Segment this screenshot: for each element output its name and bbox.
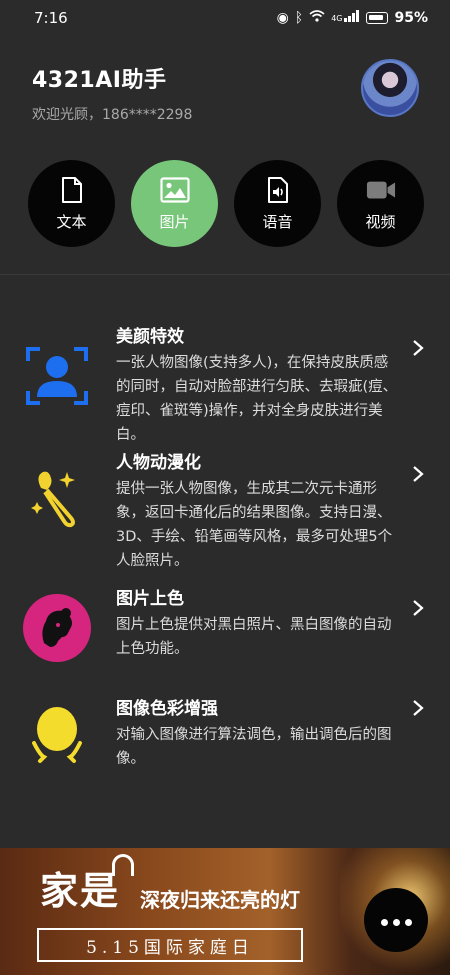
banner-sub-text: 深夜归来还亮的灯 <box>140 888 300 912</box>
chevron-right-icon <box>412 339 428 359</box>
magic-brush-icon <box>22 463 92 533</box>
more-button[interactable] <box>364 888 428 952</box>
feature-text: 图像色彩增强 对输入图像进行算法调色，输出调色后的图像。 <box>116 697 398 771</box>
network-label: 4G <box>331 13 343 23</box>
chevron-right-icon <box>412 465 428 485</box>
face-scan-icon <box>22 341 92 411</box>
header: 4321AI助手 欢迎光顾，186****2298 <box>32 62 192 124</box>
mode-selector: 文本 图片 语音 视频 <box>28 160 424 247</box>
battery-level: 95% <box>394 10 428 26</box>
welcome-text: 欢迎光顾，186****2298 <box>32 107 193 123</box>
chevron-right-icon <box>412 599 428 619</box>
feature-description: 一张人物图像(支持多人)，在保持皮肤质感的同时，自动对脸部进行匀肤、去瑕疵(痘、… <box>116 355 398 443</box>
document-icon <box>57 175 87 205</box>
feature-text: 图片上色 图片上色提供对黑白照片、黑白图像的自动上色功能。 <box>116 587 398 661</box>
avatar[interactable] <box>361 59 419 117</box>
wifi-icon <box>309 10 325 26</box>
feature-title: 图片上色 <box>116 589 184 609</box>
feature-beauty[interactable]: 美颜特效 一张人物图像(支持多人)，在保持皮肤质感的同时，自动对脸部进行匀肤、去… <box>0 325 450 445</box>
feature-description: 图片上色提供对黑白照片、黑白图像的自动上色功能。 <box>116 617 392 657</box>
mirror-icon <box>22 699 92 769</box>
feature-description: 提供一张人物图像，生成其二次元卡通形象，返回卡通化后的结果图像。支持日漫、3D、… <box>116 481 393 569</box>
mode-label: 视频 <box>365 213 396 231</box>
eye-icon: ◉ <box>276 10 289 26</box>
mode-audio-button[interactable]: 语音 <box>234 160 321 247</box>
signal-icon <box>344 10 360 26</box>
bluetooth-icon: ᛒ <box>294 10 304 26</box>
feature-title: 图像色彩增强 <box>116 699 218 719</box>
mode-video-button[interactable]: 视频 <box>337 160 424 247</box>
battery-icon <box>366 12 389 24</box>
divider <box>0 274 450 275</box>
mode-text-button[interactable]: 文本 <box>28 160 115 247</box>
mode-label: 图片 <box>159 213 190 231</box>
mode-label: 文本 <box>56 213 87 231</box>
more-dots-icon <box>378 911 414 930</box>
status-time: 7:16 <box>34 9 68 27</box>
feature-text: 人物动漫化 提供一张人物图像，生成其二次元卡通形象，返回卡通化后的结果图像。支持… <box>116 451 398 573</box>
feature-title: 人物动漫化 <box>116 453 201 473</box>
feature-text: 美颜特效 一张人物图像(支持多人)，在保持皮肤质感的同时，自动对脸部进行匀肤、去… <box>116 325 398 447</box>
status-bar: 7:16 ◉ ᛒ 4G 95% <box>0 0 450 36</box>
mode-image-button[interactable]: 图片 <box>131 160 218 247</box>
banner-date-box: 5.15国际家庭日 <box>37 928 303 962</box>
portrait-silhouette-icon <box>22 593 92 663</box>
audio-file-icon <box>263 175 293 205</box>
feature-anime[interactable]: 人物动漫化 提供一张人物图像，生成其二次元卡通形象，返回卡通化后的结果图像。支持… <box>0 451 450 575</box>
feature-description: 对输入图像进行算法调色，输出调色后的图像。 <box>116 727 392 767</box>
banner-main-text: 家是 <box>40 868 121 913</box>
image-icon <box>159 175 190 205</box>
feature-color-enhance[interactable]: 图像色彩增强 对输入图像进行算法调色，输出调色后的图像。 <box>0 697 450 777</box>
feature-colorize[interactable]: 图片上色 图片上色提供对黑白照片、黑白图像的自动上色功能。 <box>0 587 450 683</box>
mode-label: 语音 <box>262 213 293 231</box>
chevron-right-icon <box>412 699 428 719</box>
feature-title: 美颜特效 <box>116 327 184 347</box>
app-title: 4321AI助手 <box>32 68 167 93</box>
status-icons: ◉ ᛒ 4G 95% <box>277 10 428 26</box>
video-camera-icon <box>366 175 396 205</box>
